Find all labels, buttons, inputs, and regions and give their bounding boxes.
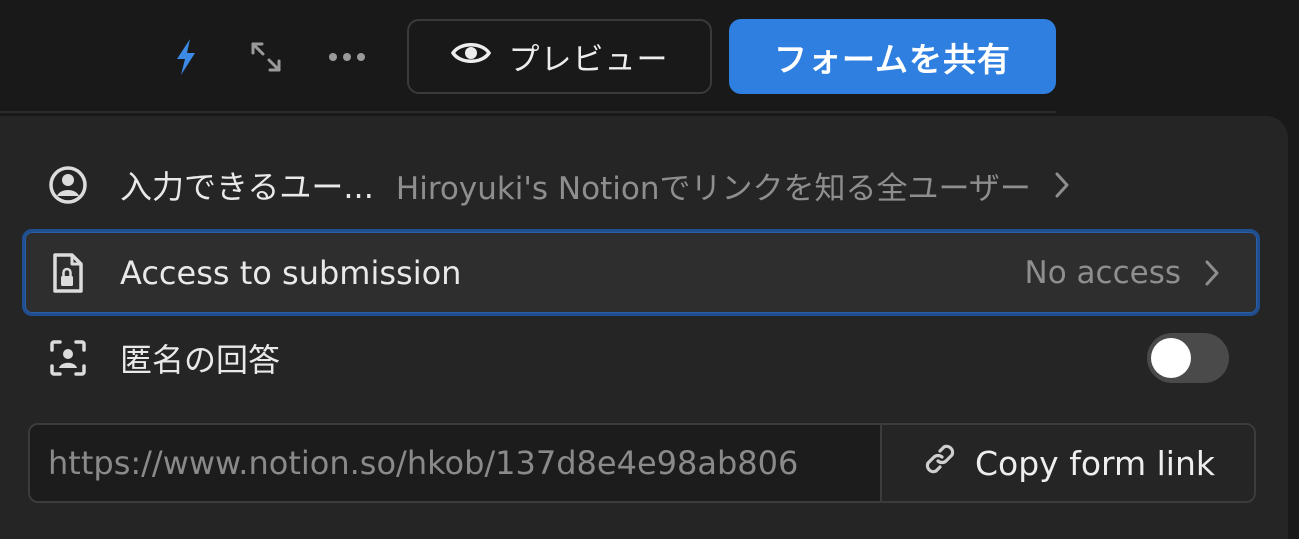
chevron-right-icon <box>1205 260 1219 286</box>
preview-button[interactable]: プレビュー <box>407 19 712 94</box>
share-form-panel: 入力できるユー... Hiroyuki's Notionでリンクを知る全ユーザー… <box>0 116 1288 539</box>
user-circle-icon <box>48 165 88 205</box>
eye-icon <box>450 39 491 75</box>
access-to-submission-row[interactable]: Access to submission No access <box>22 229 1260 316</box>
chevron-right-icon <box>1055 172 1069 198</box>
anonymous-user-icon <box>48 338 88 378</box>
more-icon[interactable] <box>327 33 367 81</box>
expand-icon[interactable] <box>246 33 286 81</box>
who-can-submit-label: 入力できるユー... <box>120 168 374 206</box>
who-can-submit-value-text: Hiroyuki's Notionでリンクを知る全ユーザー <box>395 170 1031 207</box>
who-can-submit-row[interactable]: 入力できるユー... Hiroyuki's Notionでリンクを知る全ユーザー <box>22 143 1260 227</box>
link-icon <box>921 440 959 486</box>
preview-label: プレビュー <box>508 42 669 78</box>
toggle-knob <box>1151 338 1191 378</box>
form-toolbar: プレビュー フォームを共有 <box>0 0 1299 113</box>
access-to-submission-label: Access to submission <box>120 253 462 292</box>
access-value-text: No access <box>1024 254 1181 291</box>
anonymous-responses-toggle[interactable] <box>1147 333 1229 383</box>
share-form-button[interactable]: フォームを共有 <box>729 19 1056 94</box>
copy-form-link-button[interactable]: Copy form link <box>882 425 1254 501</box>
bolt-icon[interactable] <box>166 33 206 81</box>
locked-document-icon <box>48 252 88 293</box>
form-link-url[interactable]: https://www.notion.so/hkob/137d8e4e98ab8… <box>30 425 882 501</box>
share-label: フォームを共有 <box>773 39 1011 79</box>
copy-form-link-label: Copy form link <box>975 443 1215 483</box>
anonymous-responses-label: 匿名の回答 <box>120 341 281 379</box>
who-can-submit-value: Hiroyuki's Notionでリンクを知る全ユーザー <box>396 163 1107 208</box>
form-link-box: https://www.notion.so/hkob/137d8e4e98ab8… <box>28 423 1256 503</box>
toolbar-divider <box>0 111 1056 113</box>
access-to-submission-value: No access <box>1025 255 1257 291</box>
anonymous-responses-row: 匿名の回答 <box>22 316 1260 400</box>
